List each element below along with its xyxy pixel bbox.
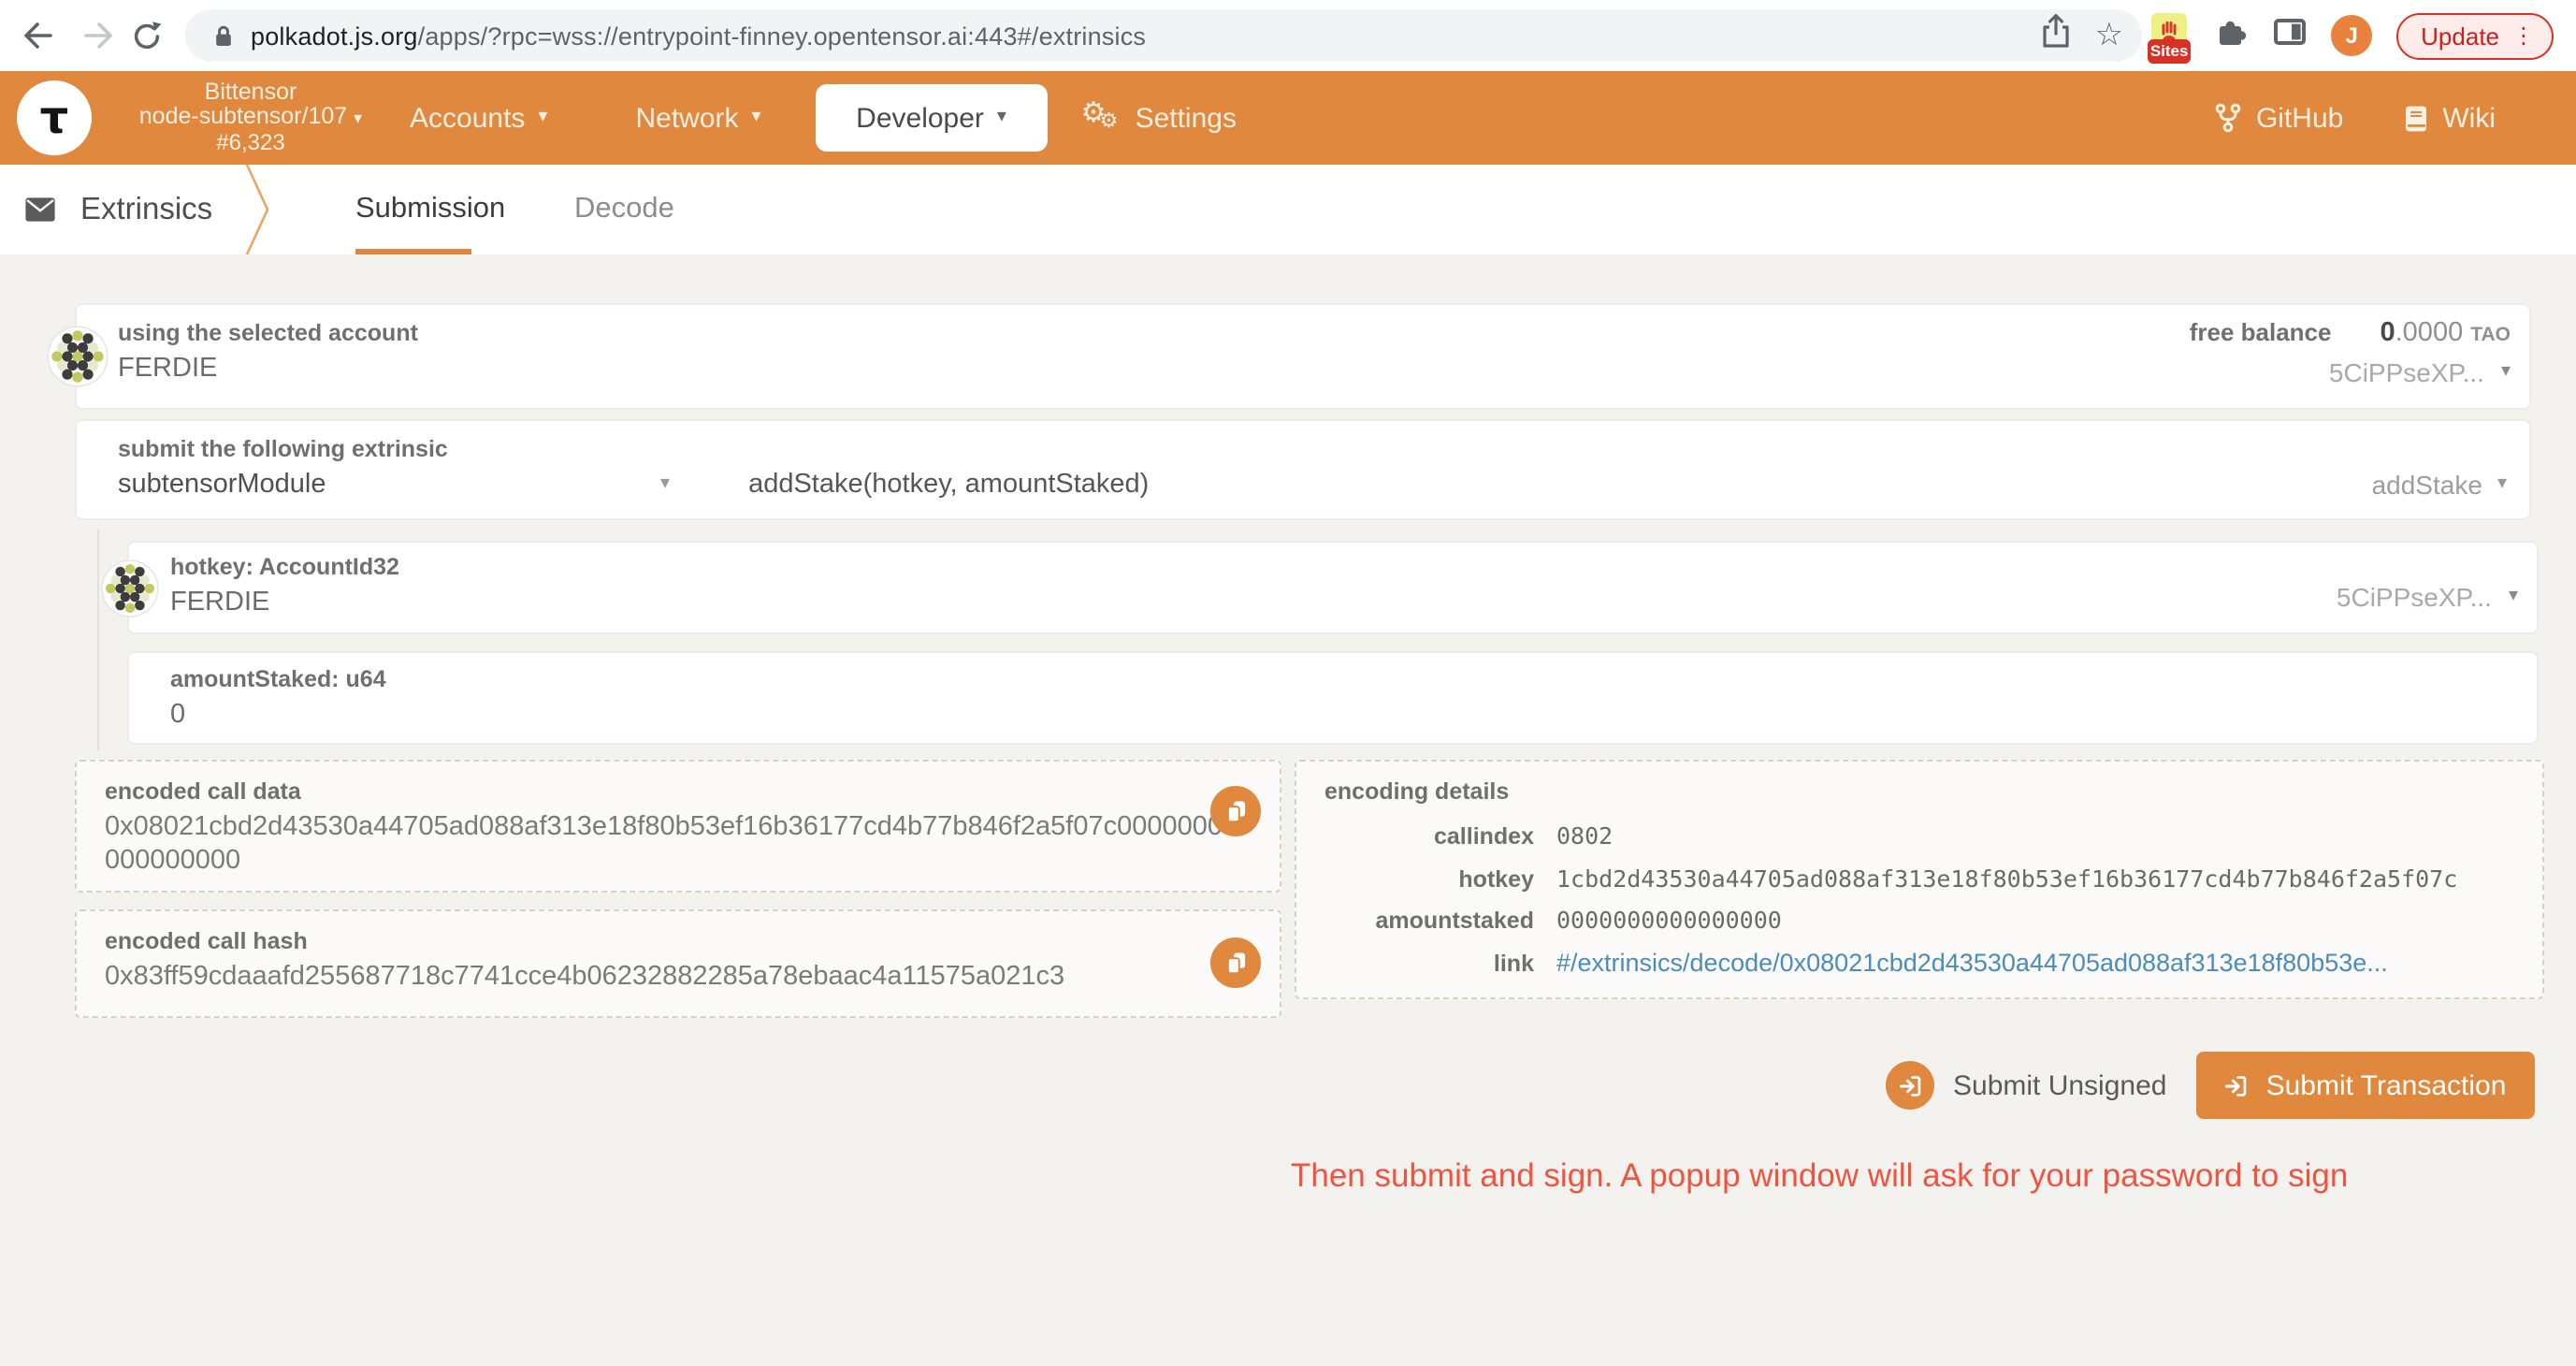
wiki-link[interactable]: Wiki <box>2403 102 2496 134</box>
section-label: Extrinsics <box>80 192 212 227</box>
param-hotkey-name: FERDIE <box>170 588 2518 618</box>
account-identicon[interactable] <box>47 326 109 387</box>
sites-extension-badge: Sites <box>2148 38 2191 63</box>
encoded-call-hash-label: encoded call hash <box>105 928 1261 954</box>
encoded-call-data-label: encoded call data <box>105 778 1261 805</box>
encoded-call-hash: encoded call hash 0x83ff59cdaaafd2556877… <box>75 909 1281 1018</box>
chevron-down-icon: ▾ <box>2509 588 2518 606</box>
encoding-row-callindex: callindex 0802 <box>1324 816 2524 858</box>
nav-item-accounts[interactable]: Accounts▾ <box>410 102 547 134</box>
update-label: Update <box>2421 22 2499 50</box>
chevron-down-icon: ▾ <box>997 109 1006 127</box>
module-select[interactable]: subtensorModule <box>118 470 660 500</box>
hotkey-address-dropdown[interactable]: 5CiPPseXP... ▾ <box>2337 582 2518 612</box>
extensions-puzzle-icon[interactable] <box>2215 15 2249 56</box>
param-hotkey-select[interactable]: hotkey: AccountId32 FERDIE 5CiPPseXP... … <box>127 541 2539 634</box>
chevron-down-icon: ▾ <box>2497 475 2507 494</box>
extrinsic-select: submit the following extrinsic subtensor… <box>75 419 2531 520</box>
encoded-call-hash-value: 0x83ff59cdaaafd255687718c7741cce4b062328… <box>105 962 1227 995</box>
gears-icon: ⚙⚙ <box>1081 99 1122 137</box>
profile-avatar[interactable]: J <box>2331 15 2372 56</box>
account-name: FERDIE <box>118 354 2511 384</box>
chevron-down-icon: ▾ <box>354 111 362 130</box>
extrinsic-select-label: submit the following extrinsic <box>118 436 2511 462</box>
mail-icon <box>24 196 56 223</box>
nav-item-settings[interactable]: ⚙⚙ Settings <box>1081 99 1237 137</box>
encoding-row-hotkey: hotkey 1cbd2d43530a44705ad088af313e18f80… <box>1324 858 2524 900</box>
copy-icon <box>1223 949 1249 977</box>
page: polkadot.js.org/apps/?rpc=wss://entrypoi… <box>0 0 2576 1366</box>
tab-decode[interactable]: Decode <box>574 165 674 254</box>
browser-menu-dots-icon[interactable]: ⋮ <box>2512 22 2535 49</box>
copy-call-hash-button[interactable] <box>1210 937 1261 988</box>
tab-submission[interactable]: Submission <box>355 165 505 254</box>
token-unit: TAO <box>2470 324 2511 346</box>
params-indent-line <box>97 530 99 750</box>
sign-in-icon <box>1886 1061 1934 1110</box>
section-heading: Extrinsics <box>24 165 212 254</box>
github-link[interactable]: GitHub <box>2215 102 2343 134</box>
url-path: /apps/?rpc=wss://entrypoint-finney.opent… <box>418 22 1147 50</box>
chevron-down-icon: ▾ <box>538 109 547 127</box>
nav-item-developer[interactable]: Developer▾ <box>816 84 1048 152</box>
forward-icon[interactable] <box>75 13 120 58</box>
instruction-note: Then submit and sign. A popup window wil… <box>1291 1156 2348 1196</box>
account-select[interactable]: using the selected account FERDIE free b… <box>75 303 2531 410</box>
param-amount-value[interactable]: 0 <box>170 700 2518 730</box>
method-select[interactable]: addStake ▾ <box>2372 470 2507 500</box>
param-amount-input[interactable]: amountStaked: u64 0 <box>127 651 2539 745</box>
submit-transaction-button[interactable]: Submit Transaction <box>2196 1052 2535 1119</box>
chain-name: Bittensor <box>114 80 387 106</box>
sites-extension-icon[interactable]: Sites <box>2148 12 2191 63</box>
account-address-dropdown[interactable]: 5CiPPseXP... ▾ <box>2190 357 2511 387</box>
free-balance: free balance 0 .0000 TAO <box>2190 318 2511 348</box>
param-hotkey-label: hotkey: AccountId32 <box>170 554 2518 580</box>
share-icon[interactable] <box>2041 13 2071 58</box>
sites-extension-art <box>2151 12 2187 42</box>
encoded-call-data-value: 0x08021cbd2d43530a44705ad088af313e18f80b… <box>105 812 1227 878</box>
refresh-icon[interactable] <box>123 13 168 58</box>
chevron-down-icon[interactable]: ▾ <box>660 475 670 494</box>
sign-in-icon <box>2225 1073 2250 1097</box>
address-bar[interactable]: polkadot.js.org/apps/?rpc=wss://entrypoi… <box>185 9 2142 62</box>
code-fork-icon <box>2215 103 2241 133</box>
back-icon[interactable] <box>15 13 60 58</box>
lock-icon <box>213 23 234 48</box>
chevron-down-icon: ▾ <box>2501 363 2511 382</box>
app-header: τ Bittensor node-subtensor/107 ▾ #6,323 … <box>0 71 2576 165</box>
hotkey-address-short: 5CiPPseXP... <box>2337 582 2492 612</box>
chevron-down-icon: ▾ <box>752 109 761 127</box>
encoding-row-link: link #/extrinsics/decode/0x08021cbd2d435… <box>1324 942 2524 984</box>
section-chevron-divider <box>243 165 273 254</box>
free-balance-label: free balance <box>2190 318 2332 346</box>
browser-toolbar: polkadot.js.org/apps/?rpc=wss://entrypoi… <box>0 0 2576 71</box>
chain-selector[interactable]: Bittensor node-subtensor/107 ▾ #6,323 <box>114 80 387 155</box>
best-block-number: #6,323 <box>114 131 387 155</box>
encoding-details-label: encoding details <box>1324 778 2524 805</box>
submit-unsigned-button[interactable]: Submit Unsigned <box>1886 1061 2166 1110</box>
method-signature[interactable]: addStake(hotkey, amountStaked) <box>748 470 1149 500</box>
url-text: polkadot.js.org/apps/?rpc=wss://entrypoi… <box>251 22 1146 50</box>
side-panel-icon[interactable] <box>2273 16 2307 55</box>
url-host: polkadot.js.org <box>251 22 418 50</box>
nav-item-network[interactable]: Network▾ <box>635 102 760 134</box>
bittensor-logo[interactable]: τ <box>17 80 92 155</box>
bookmark-star-icon[interactable]: ☆ <box>2095 20 2124 51</box>
param-amount-label: amountStaked: u64 <box>170 666 2518 692</box>
account-select-label: using the selected account <box>118 320 2511 346</box>
update-button[interactable]: Update ⋮ <box>2396 12 2554 59</box>
encoding-details: encoding details callindex 0802 hotkey 1… <box>1295 760 2544 999</box>
tab-bar: Extrinsics Submission Decode <box>0 165 2576 254</box>
node-version: node-subtensor/107 ▾ <box>114 106 387 132</box>
account-address-short: 5CiPPseXP... <box>2329 357 2484 387</box>
book-icon <box>2403 104 2427 132</box>
encoded-call-data: encoded call data 0x08021cbd2d43530a4470… <box>75 760 1281 893</box>
copy-call-data-button[interactable] <box>1210 786 1261 836</box>
hotkey-identicon[interactable] <box>101 559 159 618</box>
decode-link[interactable]: #/extrinsics/decode/0x08021cbd2d43530a44… <box>1556 942 2388 982</box>
copy-icon <box>1223 797 1249 825</box>
encoding-row-amountstaked: amountstaked 0000000000000000 <box>1324 900 2524 942</box>
